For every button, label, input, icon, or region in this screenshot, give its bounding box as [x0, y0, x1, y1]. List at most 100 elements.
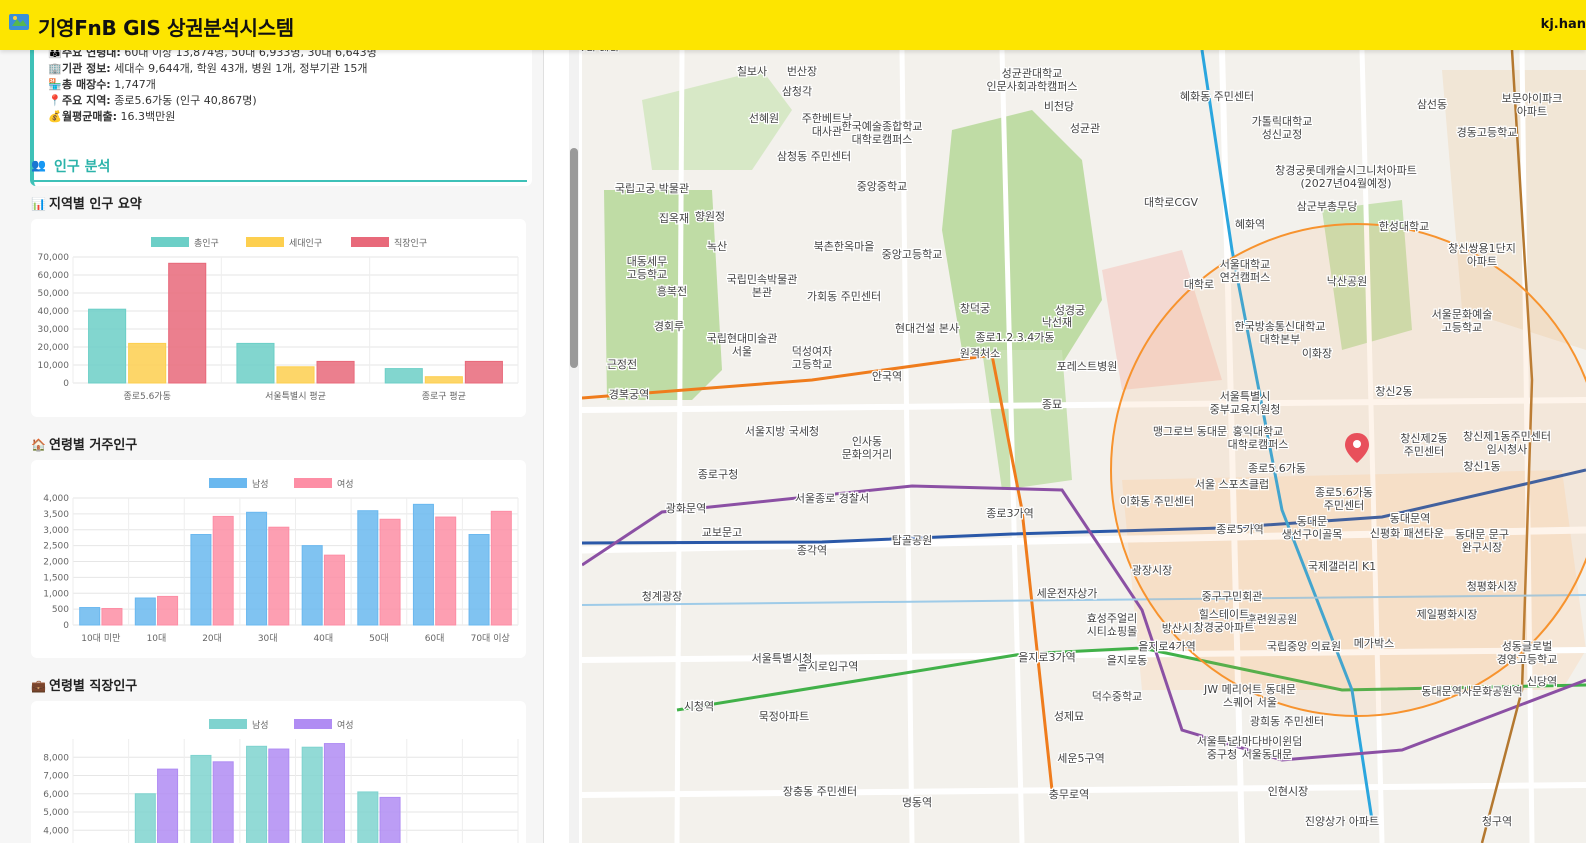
legend-label[interactable]: 여성 [337, 719, 354, 731]
chart-bar[interactable] [323, 554, 345, 626]
chart-bar[interactable] [435, 516, 457, 626]
map-label[interactable]: 종로5가역 [1215, 522, 1265, 538]
legend-label[interactable]: 직장인구 [394, 238, 427, 249]
map-label[interactable]: 홍익대학교 대학로캠퍼스 [1226, 423, 1289, 453]
chart-bar[interactable] [424, 376, 463, 384]
map-label[interactable]: 한국예술종합학교 대학로캠퍼스 [840, 119, 923, 148]
chart-bar[interactable] [490, 510, 512, 626]
map-label[interactable]: 삼선동 [1416, 97, 1449, 113]
chart-bar[interactable] [357, 791, 379, 843]
chart-bar[interactable] [379, 796, 401, 843]
map-label[interactable]: 가톨릭대학교 성신교정 [1250, 114, 1313, 143]
chart-bar[interactable] [134, 597, 156, 626]
map-label[interactable]: 종묘 [1041, 397, 1064, 413]
map-label[interactable]: 인현시장 [1267, 784, 1310, 800]
map-label[interactable]: 낙산공원 [1326, 274, 1369, 290]
chart-bar[interactable] [212, 515, 234, 626]
legend-swatch[interactable] [294, 478, 332, 488]
chart-bar[interactable] [246, 511, 268, 626]
chart-bar[interactable] [88, 308, 127, 384]
map-label[interactable]: 국제갤러리 K1 [1307, 559, 1378, 575]
legend-label[interactable]: 남성 [252, 479, 269, 490]
map-label[interactable]: 북촌한옥마을 [812, 239, 875, 255]
map-label[interactable]: 인사동 문화의거리 [840, 434, 893, 463]
chart-bar[interactable] [236, 342, 275, 384]
map-label[interactable]: 서울특별시 중부교육지원청 [1208, 389, 1281, 418]
map-label[interactable]: 광화문역 [665, 501, 708, 517]
map-label[interactable]: 장충동 주민센터 [782, 784, 859, 800]
map-label[interactable]: 성동글로벌 경영고등학교 [1495, 639, 1558, 668]
map-label[interactable]: 세운5구역 [1056, 751, 1106, 767]
map-label[interactable]: 대학로 [1183, 277, 1216, 293]
map-view[interactable]: 칠보사 번산장 삼청각 선혜원 주한베트남 대사관 삼청동 주민센터 성균관대학교 인문사회과학… [582, 50, 1586, 843]
chart-bar[interactable] [464, 360, 503, 384]
map-label[interactable]: 선혜원 [748, 111, 781, 127]
map-label[interactable]: 메가박스 [1353, 636, 1396, 652]
map-label[interactable]: 혜화동 주민센터 [1179, 89, 1256, 105]
chart-bar[interactable] [190, 754, 212, 843]
map-label[interactable]: 번산장 [786, 64, 819, 80]
chart-bar[interactable] [301, 545, 323, 626]
chart-bar[interactable] [357, 510, 379, 626]
map-label[interactable]: 경복궁역 [608, 387, 651, 403]
map-label[interactable]: 혜화역 [1234, 217, 1267, 233]
chart-bar[interactable] [157, 595, 179, 626]
map-label[interactable]: 제일평화시장 [1415, 606, 1478, 623]
map-label[interactable]: 묵정아파트 [757, 709, 810, 725]
map-label[interactable]: 동대문역사문화공원역 [1420, 684, 1524, 700]
map-label[interactable]: 광희동 주민센터 [1249, 714, 1326, 730]
legend-label[interactable]: 세대인구 [289, 238, 322, 249]
map-label[interactable]: 덕수중학교 [1090, 689, 1143, 705]
legend-swatch[interactable] [246, 237, 284, 247]
chart-bar[interactable] [101, 607, 123, 626]
chart-bar[interactable] [168, 262, 207, 384]
map-label[interactable]: 충무로역 [1048, 787, 1091, 803]
map-label[interactable]: 이화동 주민센터 [1119, 494, 1196, 510]
map-label[interactable]: 맹그로브 동대문 [1152, 424, 1229, 440]
legend-label[interactable]: 남성 [252, 720, 269, 731]
map-label[interactable]: 창신2동 [1374, 384, 1414, 400]
map-label[interactable]: 국립중앙 의료원 [1266, 639, 1343, 655]
map-label[interactable]: 신평화 패션타운 [1369, 526, 1446, 542]
map-label[interactable]: 집옥재 [658, 211, 691, 227]
map-label[interactable]: 종로5.6가동 [1247, 461, 1307, 477]
map-label[interactable]: 비천당 [1043, 98, 1076, 115]
map-label[interactable]: 진양상가 아파트 [1304, 814, 1381, 830]
map-label[interactable]: 동대문 문구 완구시장 [1454, 527, 1511, 556]
map-label[interactable]: 창덕궁 [959, 301, 992, 317]
map-label[interactable]: 시청역 [683, 699, 716, 715]
map-label[interactable]: 동대문역 [1389, 511, 1432, 527]
scrollbar-thumb[interactable] [570, 148, 578, 368]
map-label[interactable]: 종각역 [796, 543, 829, 559]
legend-label[interactable]: 여성 [337, 478, 354, 490]
map-label[interactable]: 서울특별시청 [750, 651, 813, 667]
map-label[interactable]: 국립민속박물관 본관 [725, 272, 798, 301]
map-label[interactable]: 서울종로 경찰서 [794, 491, 871, 507]
map-label[interactable]: 현대건설 본사 [894, 321, 961, 337]
map-label[interactable]: 성경궁 [1054, 303, 1087, 319]
map-label[interactable]: 광장시장 [1131, 563, 1174, 579]
chart-bar[interactable] [301, 746, 323, 843]
legend-swatch[interactable] [151, 237, 189, 247]
chart-bar[interactable] [246, 745, 268, 843]
chart-bar[interactable] [384, 368, 423, 384]
map-label[interactable]: 이화장 [1301, 346, 1334, 362]
map-label[interactable]: 경회루 [653, 319, 686, 335]
map-label[interactable]: 원격처소 [959, 346, 1002, 362]
chart-bar[interactable] [412, 503, 434, 626]
legend-swatch[interactable] [209, 478, 247, 488]
chart-bar[interactable] [268, 526, 290, 626]
map-label[interactable]: 덕성여자 고등학교 [791, 344, 834, 373]
map-label[interactable]: 창신1동 [1462, 459, 1502, 475]
chart-bar[interactable] [268, 748, 290, 843]
map-label[interactable]: 명동역 [901, 795, 934, 811]
map-label[interactable]: 을지로3가역 [1017, 650, 1077, 666]
map-label[interactable]: 창경궁롯데캐슬시그니처아파트 (2027년04월예정) [1274, 163, 1418, 192]
map-label[interactable]: 청계광장 [641, 589, 684, 605]
map-canvas[interactable]: 칠보사 번산장삼청각선혜원 주한베트남 대사관삼청동 주민센터성균관대학교 인문사회과학… [582, 50, 1586, 843]
map-label[interactable]: 경동고등학교 [1455, 125, 1518, 141]
chart-bar[interactable] [323, 743, 345, 843]
legend-label[interactable]: 총인구 [194, 238, 219, 249]
map-label[interactable]: 세운전자상가 [1035, 586, 1098, 602]
legend-swatch[interactable] [294, 719, 332, 729]
